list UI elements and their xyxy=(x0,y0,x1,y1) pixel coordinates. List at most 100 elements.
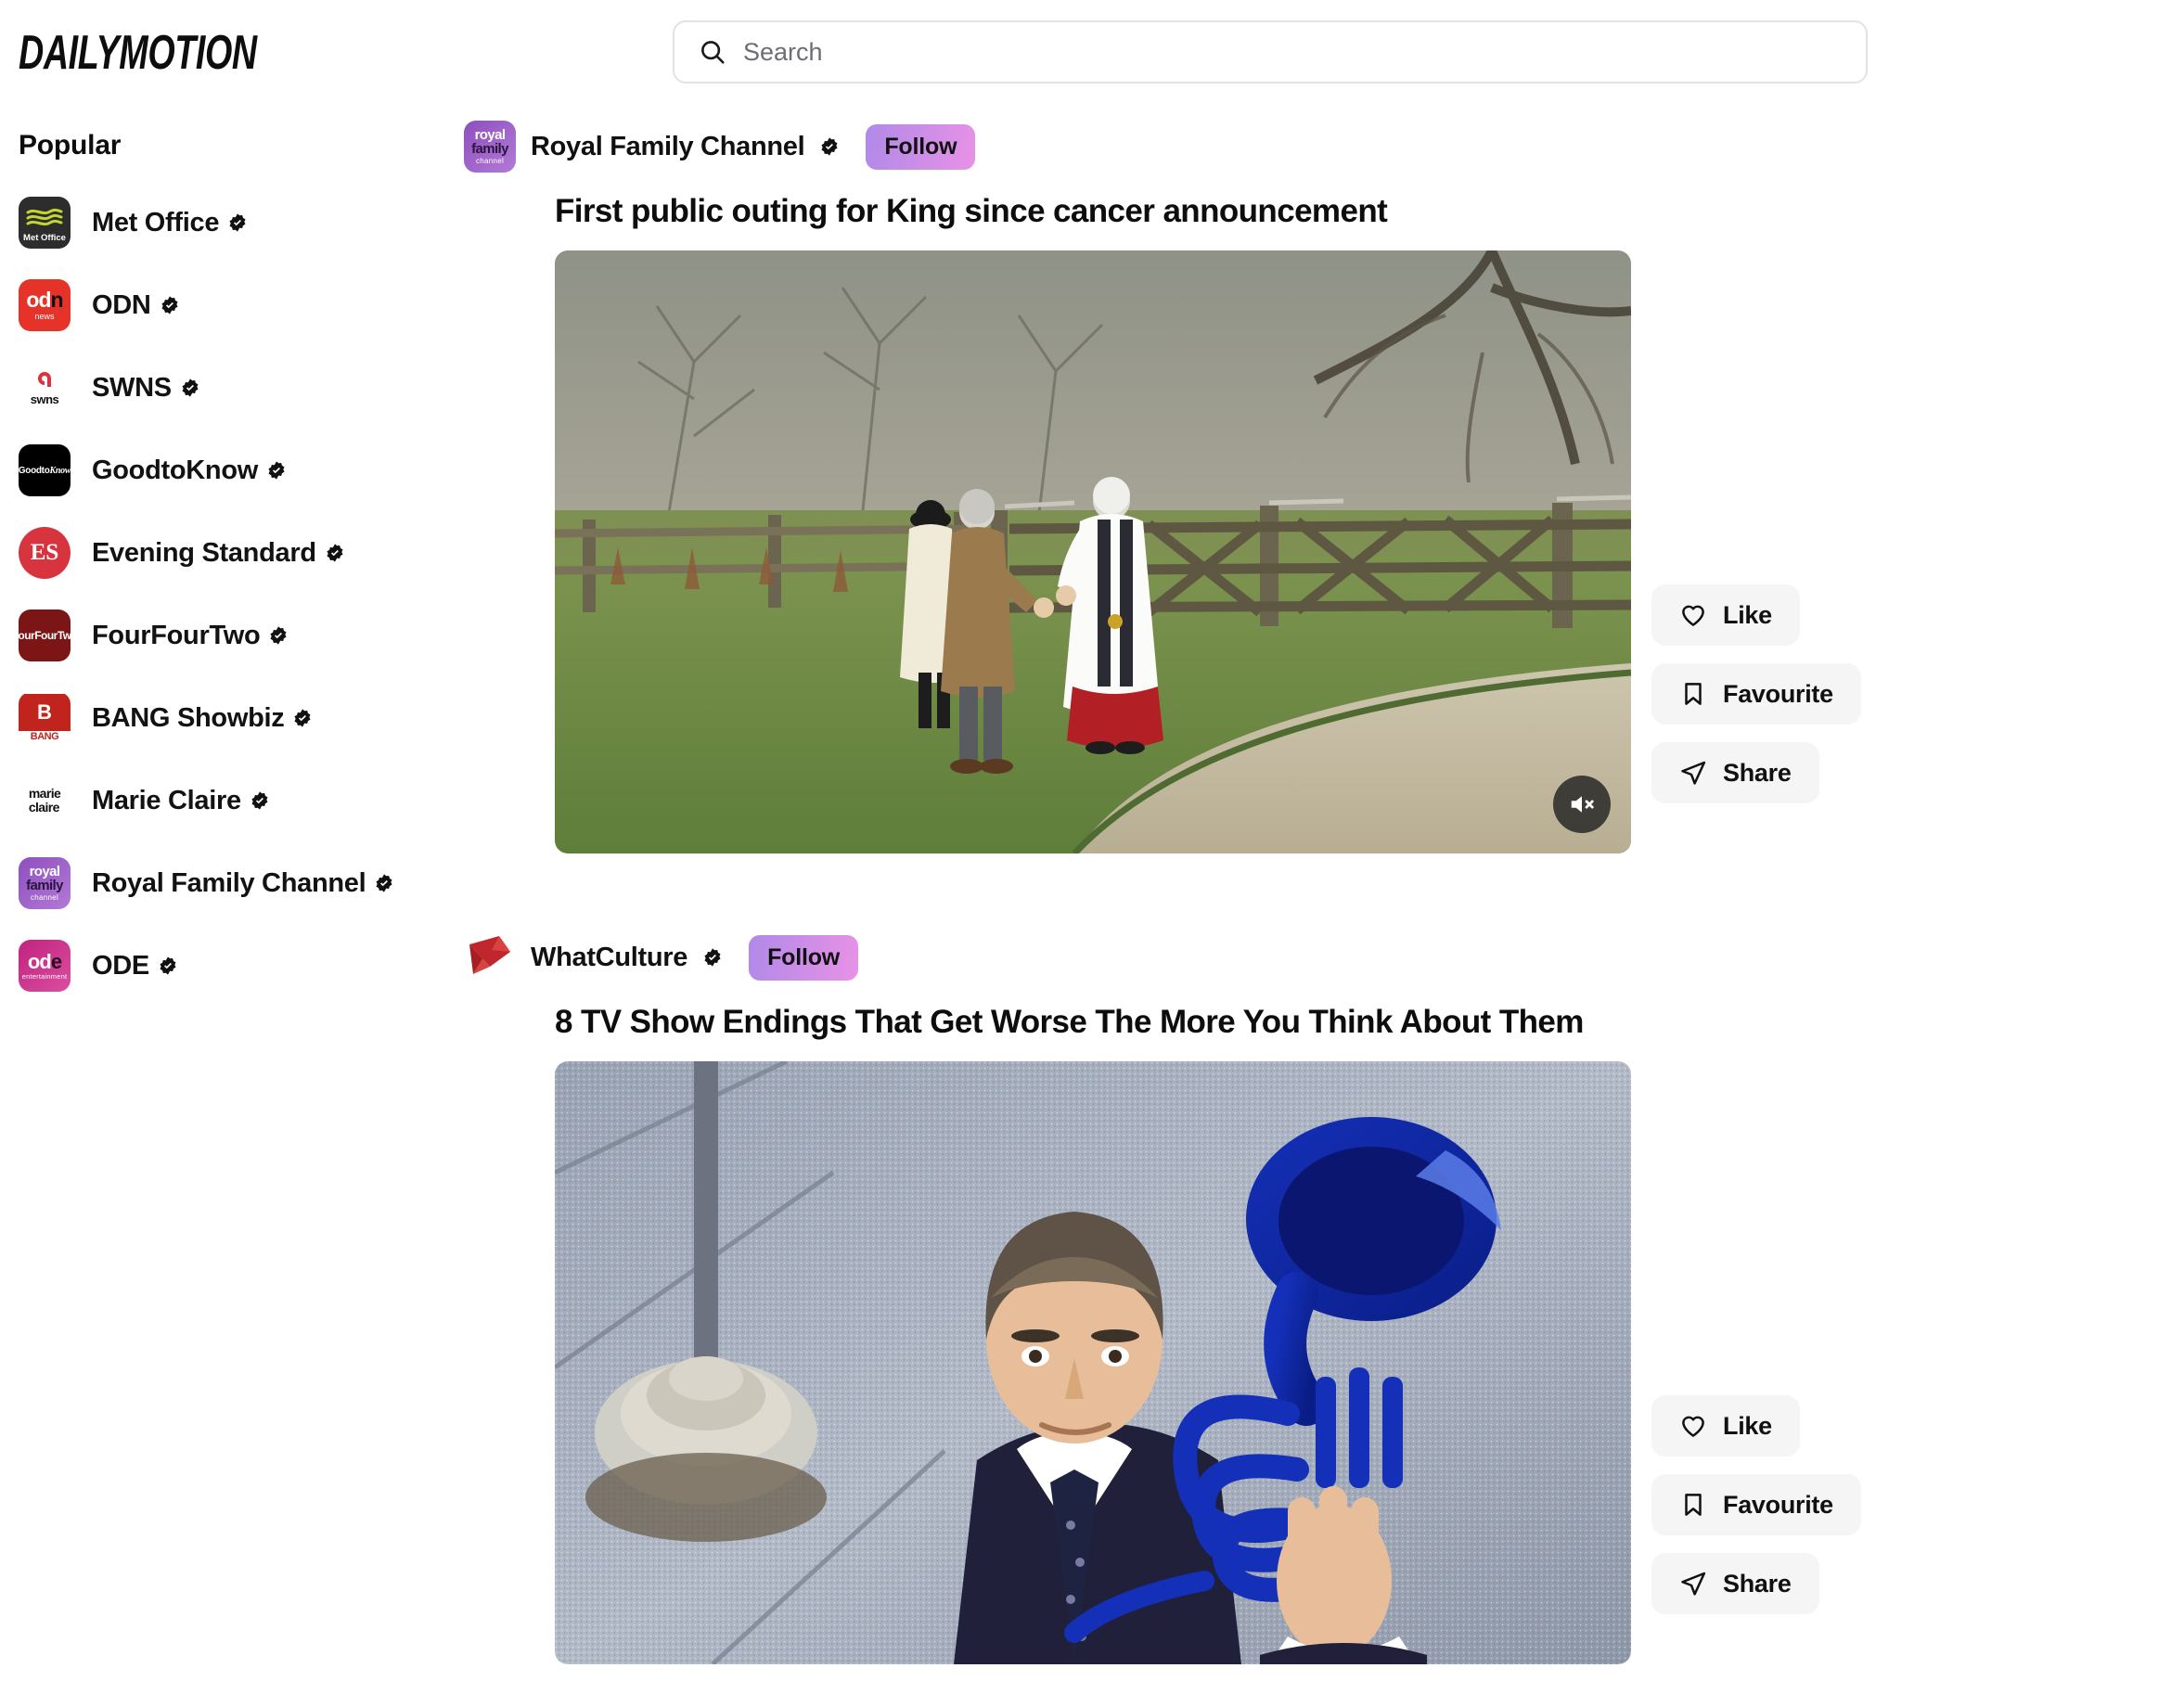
bang-showbiz-logo-text: BANG xyxy=(30,731,59,742)
sidebar-item-label: SWNS xyxy=(92,372,172,403)
sidebar-item-fourfourtwo[interactable]: FourFourTwo FourFourTwo xyxy=(0,610,520,661)
sidebar-item-evening-standard[interactable]: ES Evening Standard xyxy=(0,527,520,579)
search-input[interactable] xyxy=(743,37,1842,67)
mute-toggle-button[interactable] xyxy=(1553,776,1611,833)
swns-logo-text: swns xyxy=(30,391,59,406)
sidebar-item-bang-showbiz-label-row: BANG Showbiz xyxy=(92,703,313,734)
favourite-button[interactable]: Favourite xyxy=(1651,1474,1861,1535)
goodtoknow-logo: GoodtoKnow xyxy=(19,444,71,496)
rfc-logo-line1: royal xyxy=(474,127,506,144)
bookmark-icon xyxy=(1685,683,1702,705)
like-button-label: Like xyxy=(1723,600,1772,629)
sidebar-item-goodtoknow[interactable]: GoodtoKnow GoodtoKnow xyxy=(0,444,520,496)
post-body: Like Favourite Share xyxy=(555,1061,2041,1664)
fourfourtwo-logo-text: FourFourTwo xyxy=(19,629,71,642)
post-channel-avatar[interactable]: royal family channel xyxy=(464,121,516,173)
search-bar[interactable] xyxy=(673,20,1868,83)
sidebar-item-fourfourtwo-label-row: FourFourTwo xyxy=(92,621,289,651)
post-title[interactable]: First public outing for King since cance… xyxy=(555,193,2041,230)
sidebar-item-label: GoodtoKnow xyxy=(92,455,259,485)
post-header: WhatCulture Follow xyxy=(464,931,2041,983)
like-button[interactable]: Like xyxy=(1651,1395,1800,1456)
odn-logo-text: odn xyxy=(26,288,63,312)
ode-logo: ode entertainment xyxy=(19,940,71,992)
swns-mark-icon xyxy=(38,371,51,387)
video-feed: royal family channel Royal Family Channe… xyxy=(464,121,2041,1681)
heart-icon xyxy=(1682,605,1704,626)
rfc-logo-line2: family xyxy=(26,878,63,894)
verified-badge-icon xyxy=(819,136,840,157)
sidebar-item-odn-label-row: ODN xyxy=(92,290,180,321)
sidebar-item-label: Met Office xyxy=(92,207,220,237)
odn-logo-sub: news xyxy=(34,312,55,321)
verified-badge-icon xyxy=(292,708,313,728)
post-channel-name[interactable]: Royal Family Channel xyxy=(531,132,805,162)
post-title[interactable]: 8 TV Show Endings That Get Worse The Mor… xyxy=(555,1004,2041,1041)
favourite-button-label: Favourite xyxy=(1723,679,1833,708)
sidebar-item-evening-standard-label-row: Evening Standard xyxy=(92,538,345,569)
follow-button[interactable]: Follow xyxy=(866,123,976,170)
post-actions: Like Favourite Share xyxy=(1651,250,1861,803)
sidebar-item-label: ODE xyxy=(92,950,149,981)
evening-standard-monogram: ES xyxy=(19,527,71,579)
sidebar-item-ode[interactable]: ode entertainment ODE xyxy=(0,940,520,992)
odn-logo: odn news xyxy=(19,279,71,331)
evening-standard-logo: ES xyxy=(19,527,71,579)
sidebar-heading: Popular xyxy=(19,130,122,160)
sidebar: Popular Met Office Met Office odn news O… xyxy=(0,130,520,1022)
verified-badge-icon xyxy=(227,212,248,233)
favourite-button-label: Favourite xyxy=(1723,1490,1833,1519)
bang-showbiz-logo: B BANG xyxy=(19,692,71,744)
verified-badge-icon xyxy=(325,543,345,563)
video-thumbnail[interactable] xyxy=(555,1061,1631,1664)
sidebar-item-marie-claire[interactable]: marie claire Marie Claire xyxy=(0,775,520,827)
dailymotion-page: DAILYMOTION Popular Met Office Met Offic… xyxy=(0,0,2184,1681)
rfc-logo-line2: family xyxy=(471,141,508,158)
sidebar-item-odn[interactable]: odn news ODN xyxy=(0,279,520,331)
sidebar-item-label: Royal Family Channel xyxy=(92,867,366,898)
rfc-logo-line1: royal xyxy=(29,864,60,880)
share-button-label: Share xyxy=(1723,758,1792,787)
verified-badge-icon xyxy=(268,625,289,646)
search-icon xyxy=(699,38,726,66)
sidebar-item-swns-label-row: SWNS xyxy=(92,373,200,404)
share-button[interactable]: Share xyxy=(1651,1553,1819,1614)
sidebar-item-bang-showbiz[interactable]: B BANG BANG Showbiz xyxy=(0,692,520,744)
ode-logo-text: ode xyxy=(27,949,62,973)
like-button[interactable]: Like xyxy=(1651,584,1800,646)
verified-badge-icon xyxy=(158,956,178,976)
post-channel-name[interactable]: WhatCulture xyxy=(531,943,687,973)
whatculture-logo xyxy=(469,936,510,974)
post-body: Like Favourite Share xyxy=(555,250,2041,853)
verified-badge-icon xyxy=(250,790,270,811)
send-icon xyxy=(1681,1572,1706,1596)
follow-button[interactable]: Follow xyxy=(749,934,859,981)
verified-badge-icon xyxy=(160,295,180,315)
sidebar-item-swns[interactable]: swns SWNS xyxy=(0,362,520,414)
feed-post: WhatCulture Follow 8 TV Show Endings Tha… xyxy=(464,931,2041,1664)
video-thumbnail[interactable] xyxy=(555,250,1631,853)
marie-claire-logo: marie claire xyxy=(19,775,71,827)
feed-post: royal family channel Royal Family Channe… xyxy=(464,121,2041,853)
sidebar-item-marie-claire-label-row: Marie Claire xyxy=(92,786,270,816)
rfc-logo-line3: channel xyxy=(30,892,59,902)
post-channel-avatar[interactable] xyxy=(464,931,516,983)
sidebar-item-label: FourFourTwo xyxy=(92,620,261,650)
rfc-logo-line3: channel xyxy=(475,156,505,165)
send-icon xyxy=(1681,761,1706,785)
favourite-button[interactable]: Favourite xyxy=(1651,663,1861,725)
sidebar-item-met-office-label-row: Met Office xyxy=(92,208,248,238)
share-button[interactable]: Share xyxy=(1651,742,1819,803)
bookmark-icon xyxy=(1685,1494,1702,1516)
thumbnail-art xyxy=(555,250,1631,853)
thumbnail-art xyxy=(555,1061,1631,1664)
like-button-label: Like xyxy=(1723,1411,1772,1440)
sidebar-item-met-office[interactable]: Met Office Met Office xyxy=(0,197,520,249)
verified-badge-icon xyxy=(374,873,394,893)
dailymotion-logo[interactable]: DAILYMOTION xyxy=(19,24,257,80)
post-actions: Like Favourite Share xyxy=(1651,1061,1861,1614)
sidebar-item-royal-family-channel[interactable]: royal family channel Royal Family Channe… xyxy=(0,857,520,909)
swns-logo: swns xyxy=(19,362,71,414)
verified-badge-icon xyxy=(702,947,723,968)
sidebar-item-label: Marie Claire xyxy=(92,785,241,815)
